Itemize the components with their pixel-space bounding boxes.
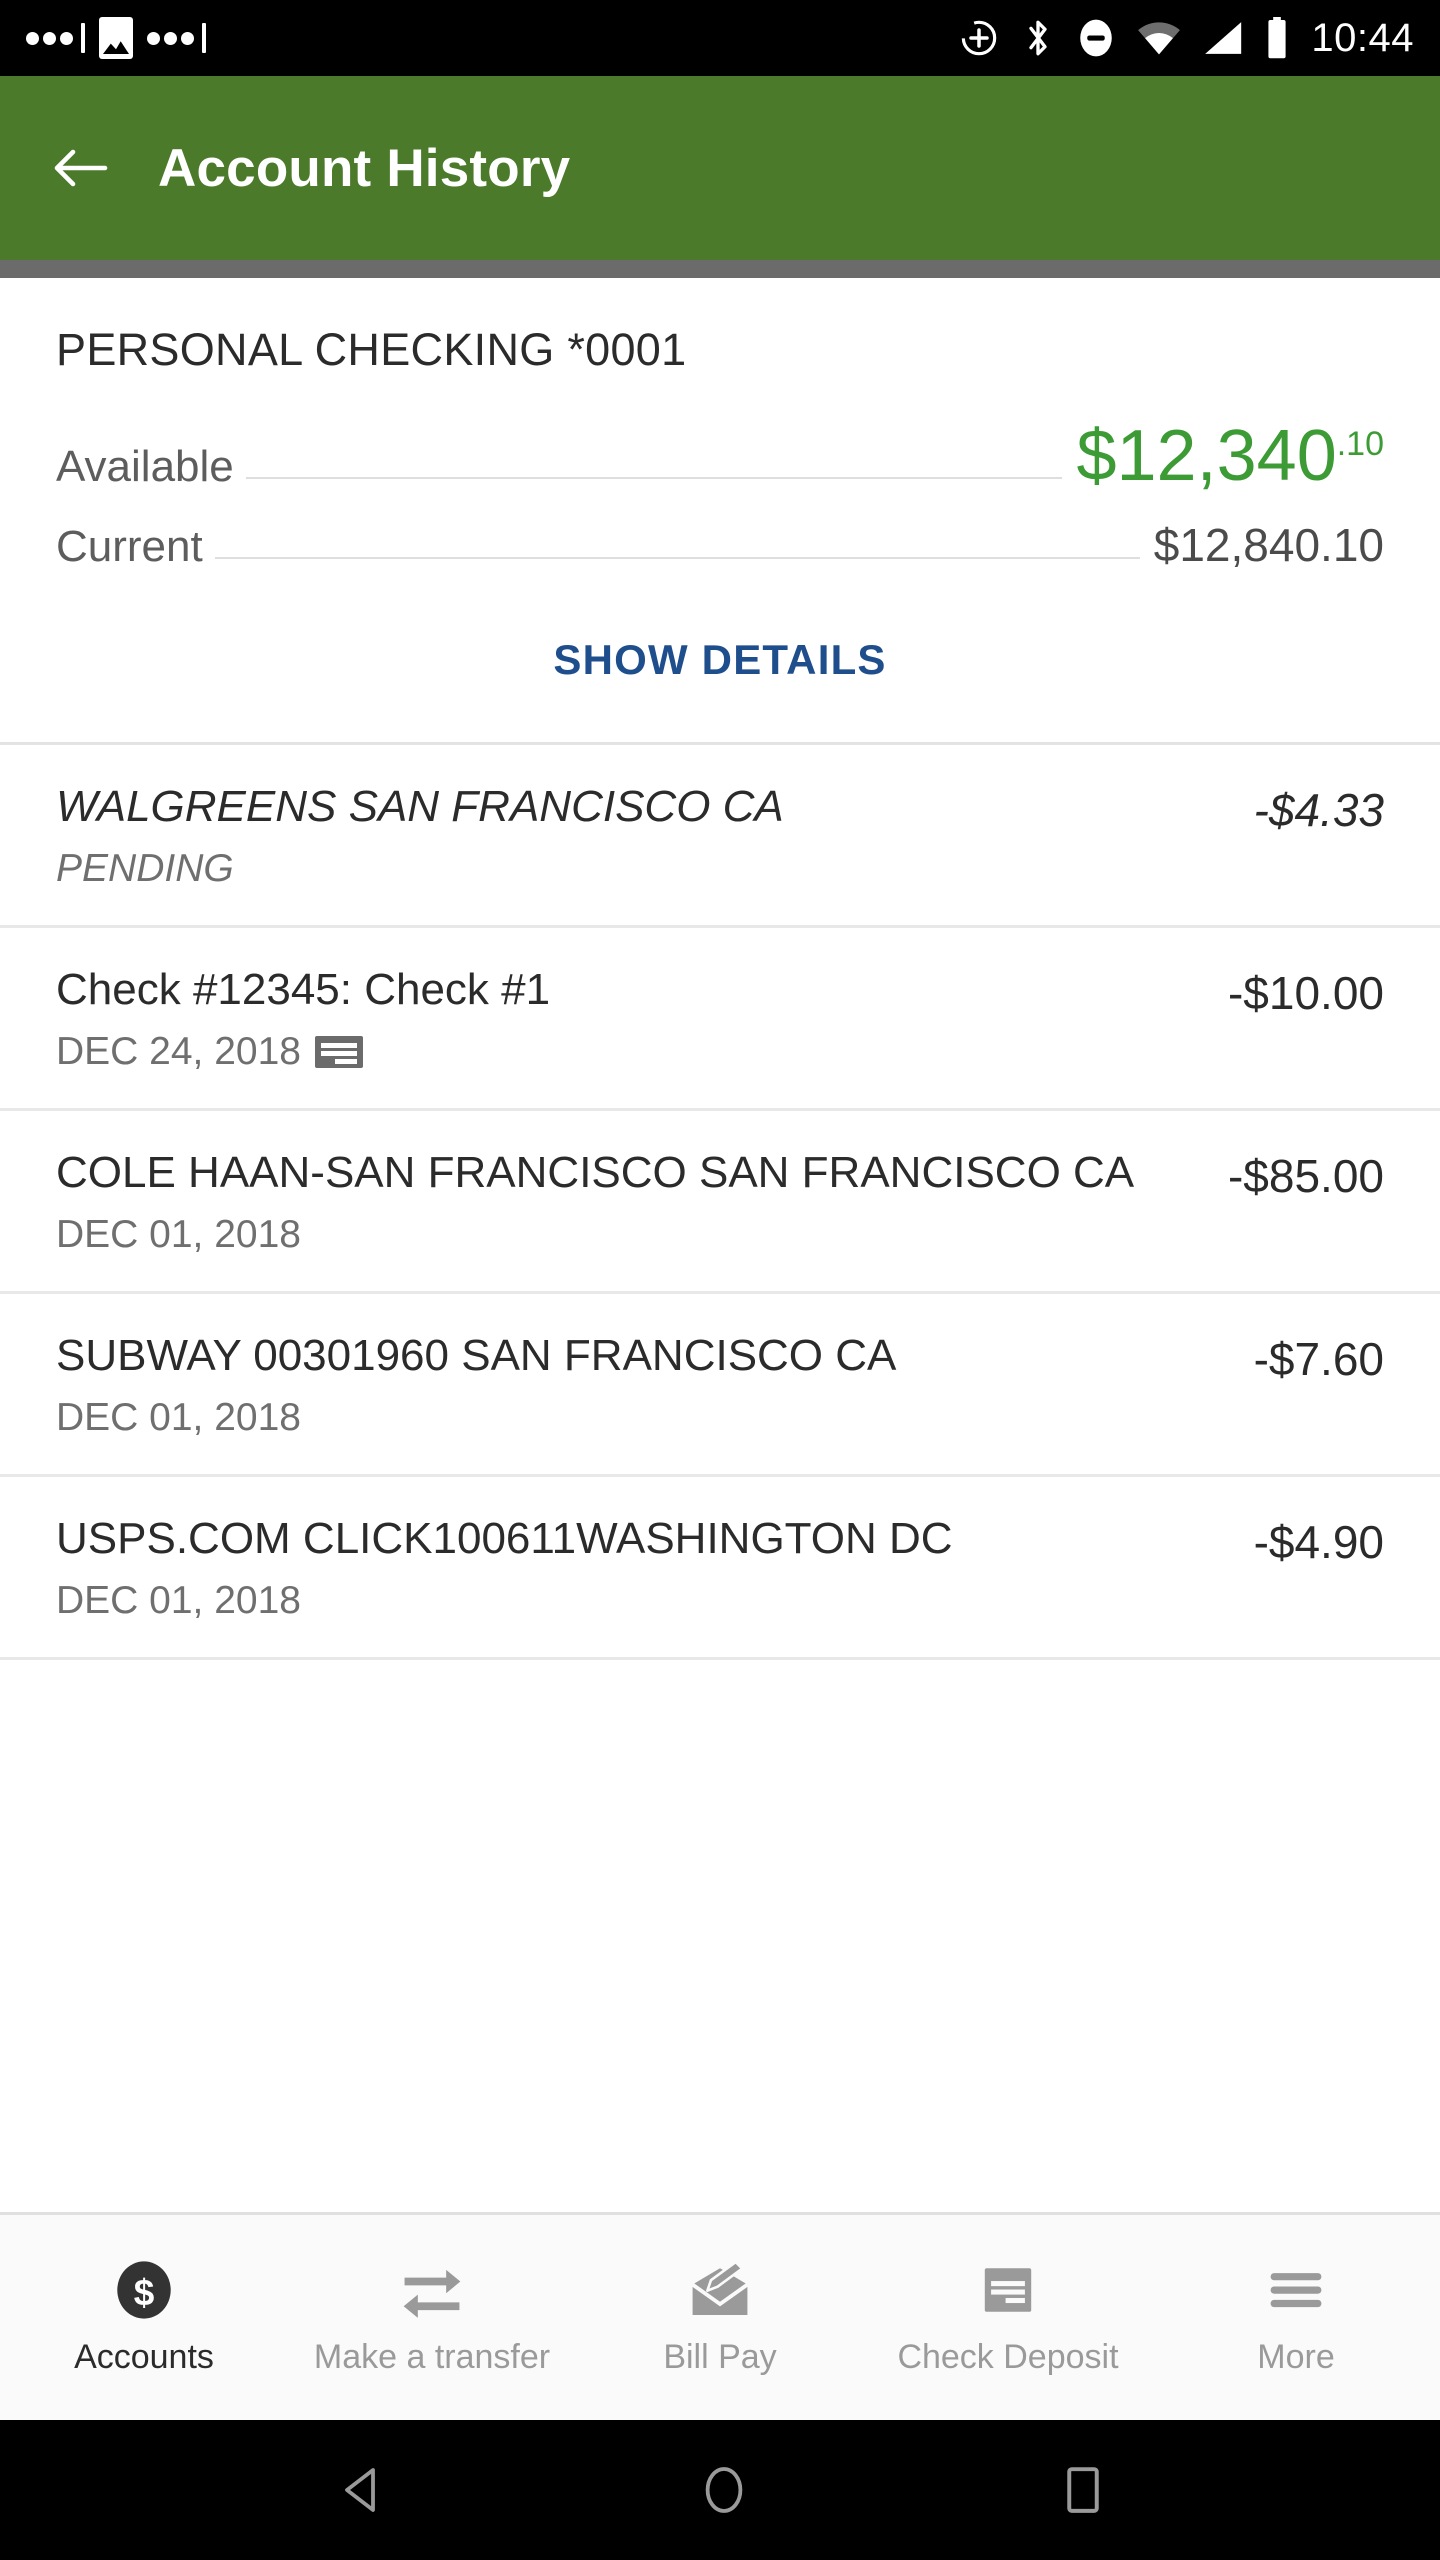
triangle-back-icon — [345, 2468, 376, 2512]
svg-text:$: $ — [134, 2272, 155, 2313]
tab-bill-pay[interactable]: Bill Pay — [576, 2215, 864, 2420]
transfer-arrows-icon — [400, 2258, 464, 2322]
available-amount-cents: .10 — [1336, 425, 1384, 463]
more-dots-icon — [147, 23, 206, 53]
transaction-description: WALGREENS SAN FRANCISCO CA — [56, 782, 784, 831]
tab-bill-pay-label: Bill Pay — [663, 2338, 777, 2376]
transaction-date-text: DEC 01, 2018 — [56, 1395, 301, 1439]
transaction-description: Check #12345: Check #1 — [56, 964, 551, 1014]
transaction-main: WALGREENS SAN FRANCISCO CA PENDING — [56, 781, 1254, 891]
envelope-pen-icon — [689, 2258, 751, 2322]
dollar-circle-icon: $ — [113, 2258, 175, 2322]
table-row[interactable]: COLE HAAN-SAN FRANCISCO SAN FRANCISCO CA… — [0, 1111, 1440, 1294]
account-name: PERSONAL CHECKING *0001 — [56, 324, 687, 375]
transaction-list: WALGREENS SAN FRANCISCO CA PENDING -$4.3… — [0, 742, 1440, 2212]
transaction-date: DEC 01, 2018 — [56, 1395, 1224, 1440]
app-bar: Account History — [0, 76, 1440, 260]
transaction-amount: -$85.00 — [1227, 1149, 1384, 1202]
transaction-date-text: DEC 24, 2018 — [56, 1029, 301, 1073]
battery-icon — [1265, 17, 1289, 59]
android-back-button[interactable] — [338, 2466, 384, 2514]
available-balance-row: Available $12,340.10 — [56, 420, 1384, 492]
tab-more[interactable]: More — [1152, 2215, 1440, 2420]
bottom-tab-bar: $ Accounts Make a transfer Bill Pay Chec… — [0, 2212, 1440, 2420]
current-rule — [214, 557, 1140, 559]
app-bar-shadow — [0, 260, 1440, 278]
circle-home-icon — [705, 2467, 743, 2513]
do-not-disturb-icon — [1077, 17, 1115, 59]
circle-plus-icon — [959, 18, 999, 58]
show-details-button[interactable]: SHOW DETAILS — [56, 572, 1384, 742]
tab-more-label: More — [1257, 2338, 1335, 2376]
phone-screen: 10:44 Account History PERSONAL CHECKING … — [0, 0, 1440, 2560]
tab-accounts[interactable]: $ Accounts — [0, 2215, 288, 2420]
hamburger-menu-icon — [1266, 2258, 1326, 2322]
available-amount: $12,340.10 — [1062, 420, 1384, 492]
transaction-date: DEC 01, 2018 — [56, 1578, 1224, 1623]
transaction-status-text: PENDING — [56, 847, 234, 891]
back-button[interactable] — [52, 139, 110, 197]
tab-check-deposit[interactable]: Check Deposit — [864, 2215, 1152, 2420]
status-bar-left — [26, 17, 959, 59]
transaction-status: PENDING — [56, 847, 1224, 891]
tab-make-a-transfer-label: Make a transfer — [313, 2338, 551, 2376]
tab-make-a-transfer[interactable]: Make a transfer — [288, 2215, 576, 2420]
status-bar: 10:44 — [0, 0, 1440, 76]
transaction-date: DEC 24, 2018 — [56, 1029, 1198, 1074]
wifi-icon — [1137, 20, 1181, 56]
transaction-main: USPS.COM CLICK100611WASHINGTON DC DEC 01… — [56, 1513, 1254, 1623]
tab-check-deposit-label: Check Deposit — [897, 2338, 1119, 2376]
transaction-date-text: DEC 01, 2018 — [56, 1212, 301, 1256]
table-row[interactable]: USPS.COM CLICK100611WASHINGTON DC DEC 01… — [0, 1477, 1440, 1660]
arrow-left-icon — [54, 149, 108, 187]
transaction-date: DEC 01, 2018 — [56, 1212, 1198, 1257]
status-bar-clock: 10:44 — [1311, 15, 1414, 60]
android-home-button[interactable] — [701, 2464, 747, 2516]
available-label: Available — [56, 442, 234, 491]
transaction-main: Check #12345: Check #1 DEC 24, 2018 — [56, 964, 1228, 1074]
current-amount: $12,840.10 — [1153, 519, 1384, 571]
account-summary: PERSONAL CHECKING *0001 Available $12,34… — [0, 278, 1440, 742]
current-label: Current — [56, 522, 203, 571]
table-row[interactable]: SUBWAY 00301960 SAN FRANCISCO CA DEC 01,… — [0, 1294, 1440, 1477]
transaction-date-text: DEC 01, 2018 — [56, 1578, 301, 1622]
cellular-signal-icon — [1203, 20, 1243, 56]
transaction-amount: -$10.00 — [1227, 966, 1384, 1019]
transaction-amount: -$4.90 — [1253, 1515, 1384, 1568]
square-recents-icon — [1066, 2467, 1099, 2513]
transaction-description: SUBWAY 00301960 SAN FRANCISCO CA — [56, 1330, 897, 1380]
image-notification-icon — [99, 17, 133, 59]
bluetooth-icon — [1021, 17, 1055, 59]
transaction-main: SUBWAY 00301960 SAN FRANCISCO CA DEC 01,… — [56, 1330, 1254, 1440]
android-recents-button[interactable] — [1064, 2465, 1102, 2515]
status-bar-right: 10:44 — [959, 16, 1414, 61]
android-nav-bar — [0, 2420, 1440, 2560]
available-rule — [245, 477, 1063, 479]
check-image-icon[interactable] — [315, 1036, 363, 1069]
table-row[interactable]: WALGREENS SAN FRANCISCO CA PENDING -$4.3… — [0, 745, 1440, 928]
transaction-main: COLE HAAN-SAN FRANCISCO SAN FRANCISCO CA… — [56, 1147, 1228, 1257]
table-row[interactable]: Check #12345: Check #1 DEC 24, 2018 -$10… — [0, 928, 1440, 1111]
more-dots-icon — [26, 23, 85, 53]
transaction-amount: -$7.60 — [1253, 1332, 1384, 1385]
check-document-icon — [979, 2258, 1037, 2322]
available-amount-dollars: $12,340 — [1076, 416, 1337, 496]
transaction-description: USPS.COM CLICK100611WASHINGTON DC — [56, 1513, 953, 1563]
transaction-description: COLE HAAN-SAN FRANCISCO SAN FRANCISCO CA — [56, 1147, 1135, 1197]
page-title: Account History — [158, 138, 571, 198]
current-balance-row: Current $12,840.10 — [56, 518, 1384, 572]
transaction-amount: -$4.33 — [1253, 784, 1384, 836]
tab-accounts-label: Accounts — [74, 2338, 214, 2376]
